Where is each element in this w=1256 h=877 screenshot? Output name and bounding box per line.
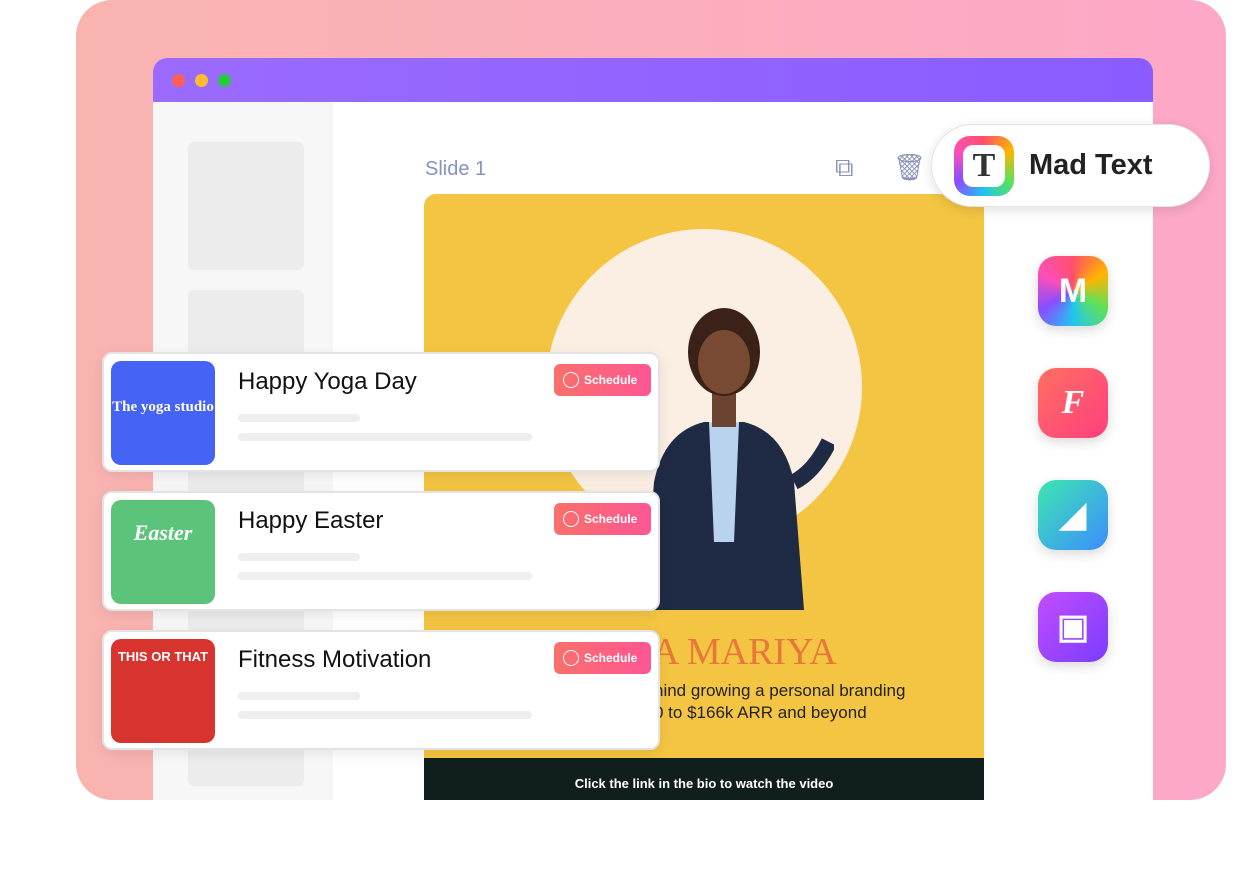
minimize-window-button[interactable] bbox=[195, 74, 208, 87]
logo-letter: T bbox=[963, 145, 1005, 187]
slide-thumbnail-placeholder[interactable] bbox=[188, 142, 304, 270]
placeholder-line bbox=[238, 692, 360, 700]
clock-icon bbox=[563, 372, 579, 388]
slide-subtitle: hind growing a personal branding 0 to $16… bbox=[654, 680, 905, 724]
subtitle-line: 0 to $166k ARR and beyond bbox=[654, 703, 867, 722]
schedule-button[interactable]: Schedule bbox=[554, 642, 651, 674]
title-bar bbox=[153, 58, 1153, 102]
post-card[interactable]: Easter Happy Easter Schedule bbox=[102, 491, 660, 611]
placeholder-line bbox=[238, 433, 532, 441]
schedule-button[interactable]: Schedule bbox=[554, 503, 651, 535]
placeholder-line bbox=[238, 414, 360, 422]
schedule-label: Schedule bbox=[584, 373, 638, 387]
slide-label: Slide 1 bbox=[425, 158, 487, 180]
slide-name: A MARIYA bbox=[652, 631, 837, 673]
subtitle-line: hind growing a personal branding bbox=[654, 681, 906, 700]
easter-thumbnail: Easter bbox=[111, 500, 215, 604]
duplicate-icon[interactable]: ⧉ bbox=[835, 152, 854, 184]
post-card[interactable]: The yoga studio Happy Yoga Day Schedule bbox=[102, 352, 660, 472]
schedule-label: Schedule bbox=[584, 512, 638, 526]
card-title: Happy Yoga Day bbox=[238, 368, 417, 395]
trash-icon[interactable]: 🗑 bbox=[893, 152, 926, 183]
maximize-window-button[interactable] bbox=[218, 74, 231, 87]
schedule-label: Schedule bbox=[584, 651, 638, 665]
placeholder-line bbox=[238, 572, 532, 580]
schedule-button[interactable]: Schedule bbox=[554, 364, 651, 396]
clock-icon bbox=[563, 511, 579, 527]
badge-title: Mad Text bbox=[1029, 149, 1153, 181]
card-title: Happy Easter bbox=[238, 507, 384, 534]
clock-icon bbox=[563, 650, 579, 666]
slide-footer: Click the link in the bio to watch the v… bbox=[424, 758, 984, 800]
paint-bucket-icon[interactable]: ◢ bbox=[1038, 480, 1108, 550]
fitness-thumbnail: THIS OR THAT bbox=[111, 639, 215, 743]
close-window-button[interactable] bbox=[172, 74, 185, 87]
yoga-thumbnail: The yoga studio bbox=[111, 361, 215, 465]
m-logo-icon[interactable]: M bbox=[1038, 256, 1108, 326]
placeholder-line bbox=[238, 553, 360, 561]
placeholder-line bbox=[238, 711, 532, 719]
font-icon[interactable]: F bbox=[1038, 368, 1108, 438]
mad-text-logo-icon: T bbox=[954, 136, 1014, 196]
card-title: Fitness Motivation bbox=[238, 646, 432, 673]
post-card[interactable]: THIS OR THAT Fitness Motivation Schedule bbox=[102, 630, 660, 750]
image-search-icon[interactable]: ▣ bbox=[1038, 592, 1108, 662]
mad-text-badge[interactable]: T Mad Text bbox=[931, 124, 1210, 207]
